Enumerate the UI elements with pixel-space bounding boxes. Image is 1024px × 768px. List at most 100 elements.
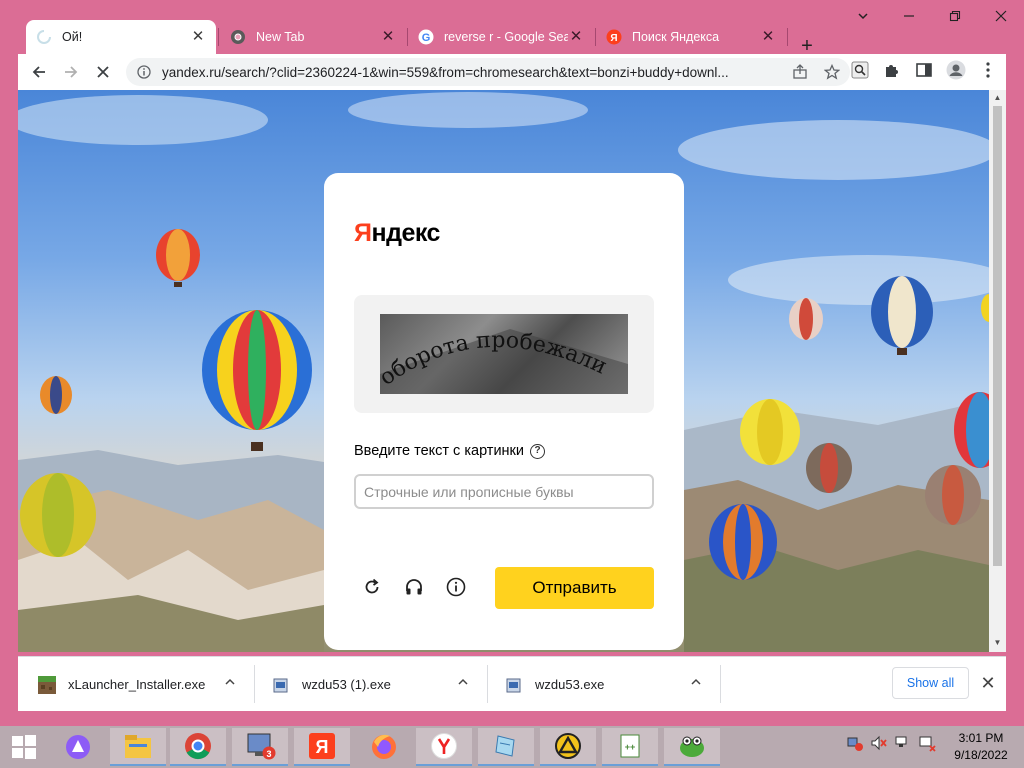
side-panel-icon[interactable] <box>914 60 934 80</box>
network-warning-icon[interactable] <box>846 734 864 752</box>
loading-spinner-icon <box>36 29 52 45</box>
close-icon[interactable]: ✕ <box>190 29 206 45</box>
google-icon: G <box>418 29 434 45</box>
tab-title: reverse r - Google Searc <box>444 30 568 44</box>
scroll-down-icon[interactable]: ▼ <box>993 638 1002 648</box>
svg-text:Я: Я <box>610 33 617 44</box>
installer-exe-icon <box>272 676 290 694</box>
tab-yandex-search[interactable]: Я Поиск Яндекса ✕ <box>596 20 786 54</box>
captcha-card: Яндекс оборота пробежали Введите текст с… <box>324 173 684 650</box>
captcha-input[interactable] <box>354 474 654 509</box>
prompt-label: Введите текст с картинки <box>354 443 524 459</box>
firefox-icon[interactable] <box>356 728 412 766</box>
tab-divider <box>218 28 219 46</box>
yandex-logo[interactable]: Яндекс <box>354 219 440 248</box>
download-item[interactable]: wzdu53.exe <box>505 657 604 712</box>
scroll-thumb[interactable] <box>993 106 1002 566</box>
close-icon[interactable]: ✕ <box>568 29 584 45</box>
chevron-up-icon[interactable] <box>688 676 704 692</box>
notepad-app-icon[interactable] <box>478 728 534 766</box>
yandex-icon: Я <box>606 29 622 45</box>
tab-new-tab[interactable]: New Tab ✕ <box>220 20 406 54</box>
captcha-prompt: Введите текст с картинки ? <box>354 443 545 459</box>
chevron-down-icon[interactable] <box>840 0 886 32</box>
close-icon[interactable]: ✕ <box>978 673 998 693</box>
svg-text:Я: Я <box>316 737 329 757</box>
windows-taskbar: 3 Я ++ 3:01 PM 9/18/2022 <box>0 726 1024 768</box>
share-icon[interactable] <box>790 62 810 82</box>
chevron-up-icon[interactable] <box>455 676 471 692</box>
url-text[interactable]: yandex.ru/search/?clid=2360224-1&win=559… <box>162 65 762 80</box>
stop-loading-icon[interactable] <box>88 57 118 87</box>
clock-time: 3:01 PM <box>958 731 1004 745</box>
download-item[interactable]: wzdu53 (1).exe <box>272 657 391 712</box>
windows-start-icon[interactable] <box>0 728 48 766</box>
minimize-icon[interactable] <box>886 0 932 32</box>
yandex-browser-icon[interactable] <box>416 728 472 766</box>
warning-app-icon[interactable] <box>540 728 596 766</box>
tab-title: New Tab <box>256 30 305 44</box>
svg-text:G: G <box>422 32 431 44</box>
logo-first-letter: Я <box>354 219 372 247</box>
download-filename: xLauncher_Installer.exe <box>68 677 206 692</box>
monitor-app-icon[interactable]: 3 <box>232 728 288 766</box>
info-icon[interactable] <box>446 577 466 597</box>
download-divider <box>487 665 488 703</box>
installer-exe-icon <box>505 676 523 694</box>
notepad-plus-icon[interactable]: ++ <box>602 728 658 766</box>
network-icon[interactable] <box>894 734 912 752</box>
clock-date: 9/18/2022 <box>954 748 1008 762</box>
system-clock[interactable]: 3:01 PM 9/18/2022 <box>948 730 1014 764</box>
back-arrow-icon[interactable] <box>24 57 54 87</box>
frog-app-icon[interactable] <box>664 728 720 766</box>
puzzle-extensions-icon[interactable] <box>882 60 902 80</box>
download-item[interactable]: xLauncher_Installer.exe <box>38 657 205 712</box>
close-icon[interactable]: ✕ <box>760 29 776 45</box>
submit-button[interactable]: Отправить <box>495 567 654 609</box>
download-filename: wzdu53 (1).exe <box>302 677 391 692</box>
captcha-image-box: оборота пробежали <box>354 295 654 413</box>
file-explorer-icon[interactable] <box>110 728 166 766</box>
extension-search-icon[interactable] <box>850 60 870 80</box>
help-icon[interactable]: ? <box>530 443 545 459</box>
tab-title: Ой! <box>62 30 83 44</box>
download-divider <box>254 665 255 703</box>
show-all-downloads-button[interactable]: Show all <box>892 667 969 699</box>
headphones-icon[interactable] <box>404 577 424 597</box>
minecraft-block-icon <box>38 675 56 694</box>
action-center-icon[interactable] <box>918 734 936 752</box>
captcha-controls <box>362 577 466 597</box>
page-viewport: Яндекс оборота пробежали Введите текст с… <box>18 90 989 652</box>
window-close-icon[interactable] <box>978 0 1024 32</box>
chrome-icon[interactable] <box>170 728 226 766</box>
window-controls <box>840 0 1024 32</box>
yandex-app-icon[interactable]: Я <box>294 728 350 766</box>
svg-text:++: ++ <box>625 742 636 752</box>
alice-assistant-icon[interactable] <box>52 728 104 766</box>
chevron-up-icon[interactable] <box>222 676 238 692</box>
kebab-menu-icon[interactable] <box>978 60 998 80</box>
chrome-icon <box>230 29 246 45</box>
download-shelf: xLauncher_Installer.exe wzdu53 (1).exe w… <box>18 656 1006 711</box>
tab-divider <box>787 28 788 46</box>
forward-arrow-icon[interactable] <box>56 57 86 87</box>
restore-icon[interactable] <box>932 0 978 32</box>
tab-google-search[interactable]: G reverse r - Google Searc ✕ <box>408 20 594 54</box>
logo-rest: ндекс <box>371 219 440 247</box>
bookmark-star-icon[interactable] <box>822 62 842 82</box>
address-bar[interactable]: yandex.ru/search/?clid=2360224-1&win=559… <box>126 58 850 86</box>
download-filename: wzdu53.exe <box>535 677 605 692</box>
profile-avatar-icon[interactable] <box>946 60 966 80</box>
refresh-icon[interactable] <box>362 577 382 597</box>
captcha-image: оборота пробежали <box>380 314 628 394</box>
download-divider <box>720 665 721 703</box>
close-icon[interactable]: ✕ <box>380 29 396 45</box>
system-tray <box>846 734 936 752</box>
tab-oops[interactable]: Ой! ✕ <box>26 20 216 54</box>
tab-title: Поиск Яндекса <box>632 30 720 44</box>
scroll-up-icon[interactable]: ▲ <box>993 93 1002 103</box>
volume-muted-icon[interactable] <box>870 734 888 752</box>
page-scrollbar[interactable]: ▲ ▼ <box>989 90 1006 652</box>
browser-toolbar: yandex.ru/search/?clid=2360224-1&win=559… <box>18 54 1006 90</box>
site-info-icon[interactable] <box>136 64 152 80</box>
